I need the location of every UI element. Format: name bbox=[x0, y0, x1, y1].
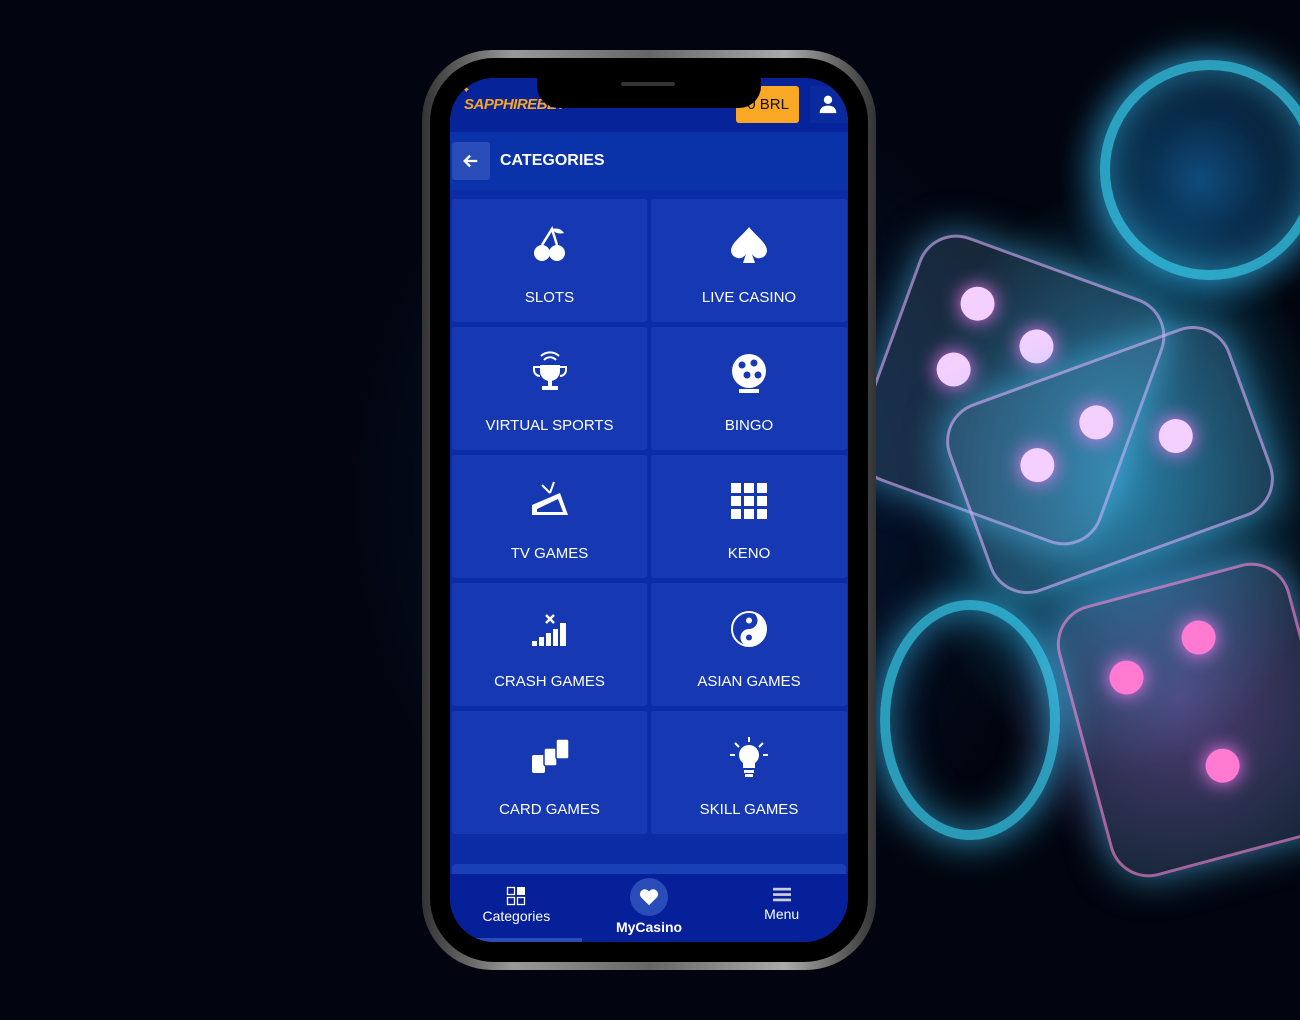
trophy-icon bbox=[532, 351, 567, 390]
cherries-icon bbox=[533, 226, 565, 261]
lightbulb-icon bbox=[730, 737, 768, 777]
active-tab-indicator bbox=[450, 938, 582, 942]
heart-icon bbox=[639, 889, 659, 906]
spade-icon bbox=[731, 227, 767, 263]
category-tv-games[interactable]: TV GAMES bbox=[452, 455, 647, 578]
phone-screen: ✦ SAPPHIREBET 0 BRL CATEGORIES SLOTS LIV… bbox=[450, 78, 848, 942]
keno-grid-icon bbox=[731, 483, 767, 519]
sparkle-icon: ✦ bbox=[462, 85, 471, 96]
category-crash-games[interactable]: CRASH GAMES bbox=[452, 583, 647, 706]
categories-grid: SLOTS LIVE CASINO VIRTUAL SPORTS BINGO T… bbox=[450, 190, 848, 843]
hamburger-menu-icon bbox=[772, 887, 791, 902]
category-card-games[interactable]: CARD GAMES bbox=[452, 711, 647, 834]
back-button[interactable] bbox=[452, 142, 490, 180]
yin-yang-icon bbox=[731, 611, 767, 647]
user-icon bbox=[819, 95, 837, 114]
categories-header: CATEGORIES bbox=[450, 132, 848, 190]
category-bingo[interactable]: BINGO bbox=[651, 327, 847, 450]
nav-menu[interactable]: Menu bbox=[715, 874, 848, 942]
grid-icon bbox=[507, 886, 526, 906]
nav-categories[interactable]: Categories bbox=[450, 874, 583, 942]
bingo-ball-icon bbox=[732, 354, 766, 393]
category-slots[interactable]: SLOTS bbox=[452, 199, 647, 322]
tv-icon bbox=[531, 481, 568, 515]
cards-icon bbox=[531, 738, 570, 773]
category-virtual-sports[interactable]: VIRTUAL SPORTS bbox=[452, 327, 647, 450]
bottom-nav: Categories MyCasino Menu bbox=[450, 874, 848, 942]
page-title: CATEGORIES bbox=[500, 152, 605, 169]
category-skill-games[interactable]: SKILL GAMES bbox=[651, 711, 847, 834]
phone-notch bbox=[537, 78, 761, 108]
user-button[interactable] bbox=[810, 86, 848, 123]
category-keno[interactable]: KENO bbox=[651, 455, 847, 578]
crash-chart-icon bbox=[531, 614, 566, 646]
category-asian-games[interactable]: ASIAN GAMES bbox=[651, 583, 847, 706]
nav-mycasino[interactable]: MyCasino bbox=[583, 874, 716, 942]
arrow-left-icon bbox=[463, 154, 478, 168]
category-live-casino[interactable]: LIVE CASINO bbox=[651, 199, 847, 322]
